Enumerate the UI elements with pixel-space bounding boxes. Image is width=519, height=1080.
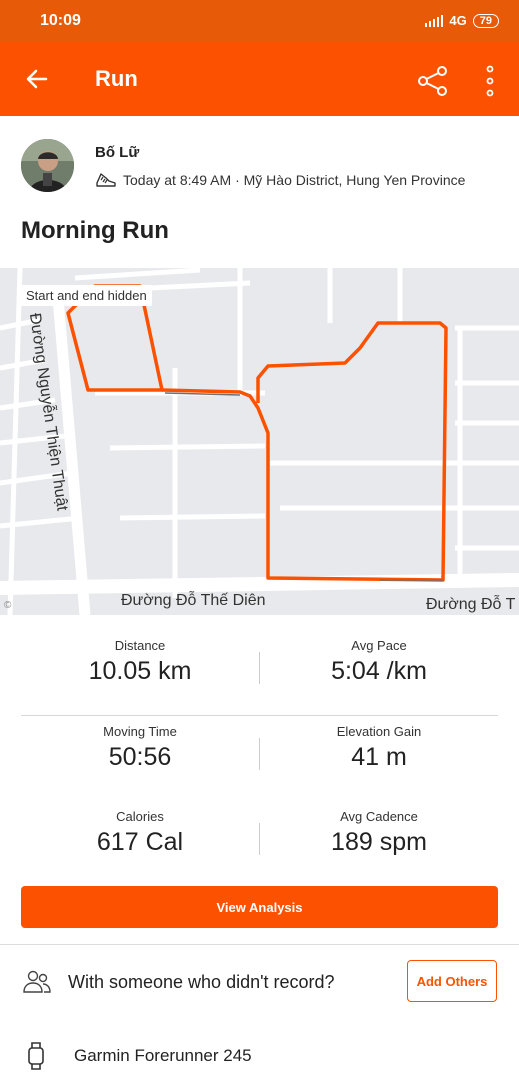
stats-grid: Distance 10.05 km Avg Pace 5:04 /km Movi… [21,630,498,886]
device-name: Garmin Forerunner 245 [74,1046,252,1065]
stat-label: Avg Pace [351,638,407,653]
stat-avg-cadence: Avg Cadence 189 spm [260,809,498,857]
stat-value: 41 m [351,743,407,771]
stat-label: Calories [116,809,164,824]
page-title: Run [95,66,138,91]
road-label-bottom-right: Đường Đỗ T [426,596,516,613]
more-vertical-icon[interactable] [480,64,500,98]
back-arrow-icon[interactable] [22,64,52,94]
map-attribution-icon[interactable]: © [4,600,11,611]
divider [0,944,519,945]
stat-value: 189 spm [331,828,427,856]
stats-row: Calories 617 Cal Avg Cadence 189 spm [21,801,498,886]
activity-title: Morning Run [21,217,169,244]
stats-row: Distance 10.05 km Avg Pace 5:04 /km [21,630,498,716]
stat-moving-time: Moving Time 50:56 [21,724,259,772]
view-analysis-button[interactable]: View Analysis [21,886,498,928]
shoe-icon [96,173,116,187]
people-icon [23,970,51,993]
stat-label: Distance [114,638,166,653]
battery-level: 79 [479,14,492,27]
status-time: 10:09 [40,12,81,29]
privacy-label: Start and end hidden [21,285,152,306]
activity-meta-text: Today at 8:49 AM · Mỹ Hào District, Hung… [123,172,466,188]
stat-avg-pace: Avg Pace 5:04 /km [260,638,498,686]
activity-meta: Today at 8:49 AM · Mỹ Hào District, Hung… [95,171,465,189]
athlete-name[interactable]: Bố Lữ [95,144,139,161]
road-label-bottom: Đường Đỗ Thế Diên [121,592,266,609]
stats-row: Moving Time 50:56 Elevation Gain 41 m [21,716,498,801]
stat-value: 5:04 /km [331,657,427,685]
avatar[interactable] [21,139,74,192]
stat-value: 617 Cal [96,828,184,856]
record-with-others-prompt: With someone who didn't record? [68,972,335,992]
app-bar: Run [0,42,519,116]
stat-value: 50:56 [108,743,172,771]
stat-value: 10.05 km [88,657,192,685]
stat-label: Avg Cadence [340,809,418,824]
signal-icon [425,14,444,27]
stat-calories: Calories 617 Cal [21,809,259,857]
route-map[interactable]: Start and end hidden Đường Nguyễn Thiện … [0,268,519,615]
stat-distance: Distance 10.05 km [21,638,259,686]
record-with-others-row: With someone who didn't record? Add Othe… [0,955,519,1010]
battery-icon: 79 [472,13,499,28]
status-indicators: 4G 79 [425,13,499,28]
stat-elevation-gain: Elevation Gain 41 m [260,724,498,772]
add-others-button[interactable]: Add Others [407,960,497,1002]
device-row: Garmin Forerunner 245 [0,1038,519,1074]
stat-label: Elevation Gain [336,724,422,739]
map-canvas [0,268,519,615]
status-bar: 10:09 4G 79 [0,0,519,42]
avatar-image [21,139,74,192]
watch-icon [28,1042,44,1070]
share-icon[interactable] [416,64,450,98]
stat-label: Moving Time [103,724,177,739]
network-type: 4G [449,13,467,28]
